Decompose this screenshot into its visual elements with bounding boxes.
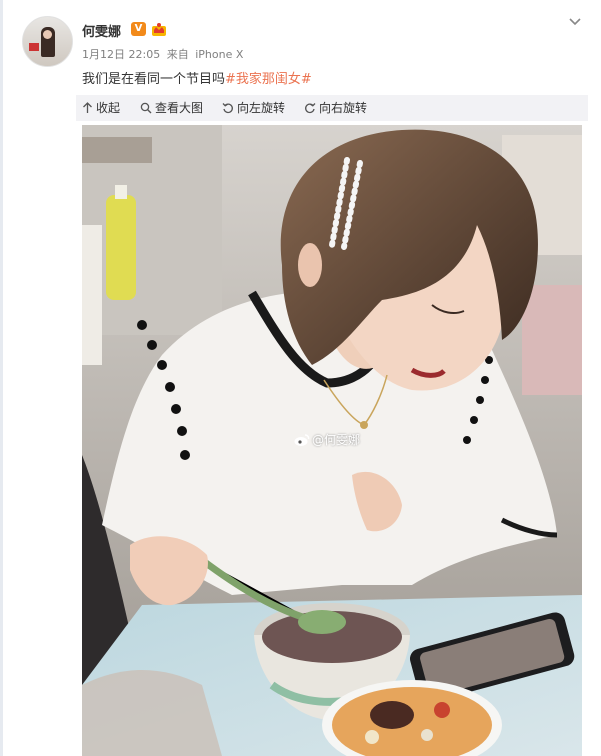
post-source[interactable]: iPhone X	[195, 48, 243, 61]
post-meta: 1月12日 22:05 来自 iPhone X	[82, 46, 246, 62]
rotate-left-icon	[222, 103, 233, 114]
watermark-text: @何雯娜	[312, 433, 361, 447]
user-name[interactable]: 何雯娜	[82, 21, 121, 40]
magnifier-icon	[140, 102, 152, 114]
hashtag-link[interactable]: #我家那闺女#	[225, 72, 312, 87]
collapse-button[interactable]: 收起	[82, 100, 120, 116]
member-crown-icon[interactable]	[151, 21, 167, 37]
left-border	[0, 0, 3, 756]
rotate-right-icon	[305, 103, 316, 114]
rotate-left-button[interactable]: 向左旋转	[222, 100, 285, 116]
chevron-down-icon[interactable]	[566, 14, 584, 30]
image-toolbar: 收起 查看大图 向左旋转 向右旋转	[76, 95, 588, 121]
post-photo[interactable]: @何雯娜	[82, 125, 582, 756]
post-source-prefix: 来自	[166, 48, 189, 61]
post-date[interactable]: 1月12日 22:05	[82, 48, 160, 61]
arrow-up-icon	[83, 102, 92, 113]
photo-watermark: @何雯娜	[294, 431, 360, 448]
rotate-right-label: 向右旋转	[319, 101, 368, 115]
rotate-right-button[interactable]: 向右旋转	[304, 100, 367, 116]
avatar[interactable]	[22, 16, 73, 67]
post-body: 我们是在看同一个节目吗	[82, 72, 226, 87]
avatar-face	[43, 30, 52, 39]
post-text: 我们是在看同一个节目吗#我家那闺女#	[82, 68, 312, 87]
view-large-label: 查看大图	[155, 101, 204, 115]
collapse-label: 收起	[96, 101, 121, 115]
chevron-down-glyph	[569, 18, 581, 26]
weibo-logo-icon	[294, 434, 310, 446]
view-large-button[interactable]: 查看大图	[140, 100, 203, 116]
rotate-left-label: 向左旋转	[237, 101, 286, 115]
verified-badge-icon[interactable]: V	[131, 22, 146, 36]
avatar-flag	[29, 43, 39, 51]
